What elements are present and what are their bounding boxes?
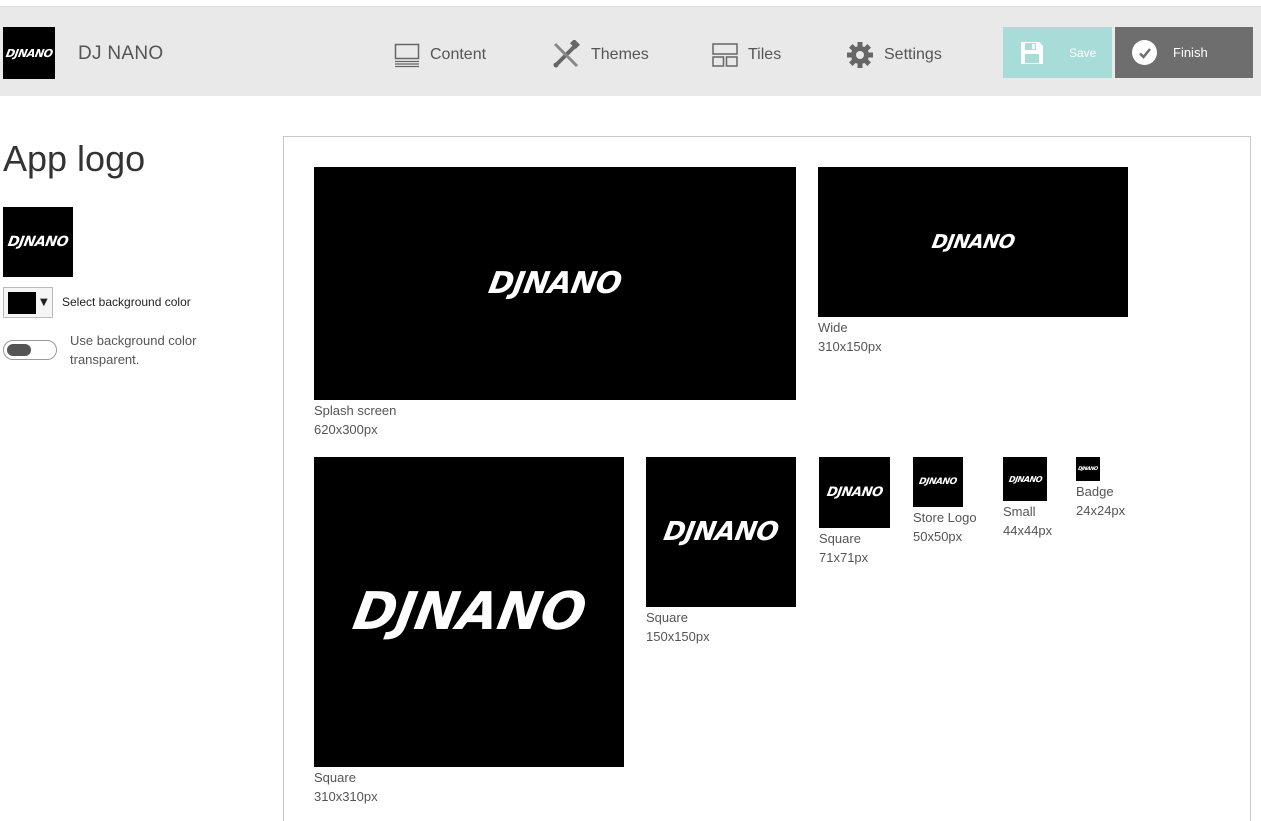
- nav-content-label: Content: [430, 46, 487, 63]
- square-310-caption: Square 310x310px: [314, 768, 378, 806]
- store-logo-caption: Store Logo 50x50px: [913, 508, 977, 546]
- square-310-preview: DJNANO: [314, 457, 624, 767]
- nav-tiles-label: Tiles: [748, 46, 782, 63]
- themes-icon: [553, 40, 580, 68]
- small-tile-size: 44x44px: [1003, 523, 1053, 538]
- square-71-size: 71x71px: [819, 550, 869, 565]
- badge-preview: DJNANO: [1076, 457, 1100, 481]
- top-toolbar: DJNANO DJ NANO Content Themes Tiles Sett…: [0, 6, 1261, 96]
- nav-settings[interactable]: Settings: [846, 35, 942, 75]
- small-tile-logo: DJNANO: [1007, 474, 1043, 484]
- logo-preview-text: DJNANO: [6, 234, 70, 250]
- store-logo-name: Store Logo: [913, 510, 977, 525]
- background-color-label: Select background color: [62, 295, 191, 309]
- gear-icon: [847, 42, 873, 68]
- square-310-size: 310x310px: [314, 789, 378, 804]
- nav-themes[interactable]: Themes: [551, 35, 649, 75]
- page-title: App logo: [3, 138, 146, 179]
- app-icon-logo: DJNANO: [4, 46, 54, 60]
- logo-upload-preview[interactable]: DJNANO: [3, 207, 73, 277]
- square-71-caption: Square 71x71px: [819, 529, 868, 567]
- wide-size: 310x150px: [818, 339, 882, 354]
- nav-tiles[interactable]: Tiles: [712, 35, 781, 75]
- transparent-background-toggle[interactable]: [3, 340, 57, 360]
- color-swatch: [8, 291, 36, 314]
- badge-caption: Badge 24x24px: [1076, 482, 1125, 520]
- store-logo-logo: DJNANO: [918, 477, 958, 487]
- square-150-caption: Square 150x150px: [646, 608, 710, 646]
- background-color-picker[interactable]: ▼: [3, 287, 53, 318]
- square-150-name: Square: [646, 610, 688, 625]
- logo-preview-panel: DJNANO Splash screen 620x300px DJNANO Wi…: [283, 136, 1251, 821]
- content-icon: [394, 43, 420, 68]
- wide-tile-preview: DJNANO: [818, 167, 1128, 317]
- nav-settings-label: Settings: [884, 46, 942, 63]
- square-150-size: 150x150px: [646, 629, 710, 644]
- square-150-preview: DJNANO: [646, 457, 796, 607]
- app-name: DJ NANO: [78, 43, 164, 64]
- badge-size: 24x24px: [1076, 503, 1126, 518]
- badge-name: Badge: [1076, 484, 1114, 499]
- splash-logo: DJNANO: [485, 266, 625, 301]
- store-logo-preview: DJNANO: [913, 457, 963, 507]
- splash-screen-preview: DJNANO: [314, 167, 796, 400]
- square-310-name: Square: [314, 770, 356, 785]
- wide-logo: DJNANO: [929, 231, 1017, 253]
- toggle-knob: [7, 344, 31, 356]
- small-tile-preview: DJNANO: [1003, 457, 1047, 501]
- splash-size: 620x300px: [314, 422, 378, 437]
- tiles-icon: [712, 43, 738, 67]
- finish-button[interactable]: Finish: [1115, 27, 1253, 78]
- finish-button-label: Finish: [1173, 45, 1208, 60]
- nav-themes-label: Themes: [591, 46, 649, 63]
- square-310-logo: DJNANO: [348, 582, 590, 642]
- square-71-preview: DJNANO: [819, 457, 890, 528]
- save-button-label: Save: [1069, 45, 1097, 60]
- splash-caption: Splash screen 620x300px: [314, 401, 396, 439]
- splash-name: Splash screen: [314, 403, 397, 418]
- transparent-background-label: Use background color transparent.: [70, 333, 197, 367]
- save-button[interactable]: Save: [1003, 27, 1112, 78]
- square-71-name: Square: [819, 531, 861, 546]
- wide-name: Wide: [818, 320, 848, 335]
- small-tile-caption: Small 44x44px: [1003, 502, 1052, 540]
- square-71-logo: DJNANO: [825, 485, 884, 500]
- nav-content[interactable]: Content: [394, 35, 486, 75]
- floppy-disk-icon: [1021, 41, 1043, 64]
- badge-logo: DJNANO: [1077, 466, 1099, 472]
- store-logo-size: 50x50px: [913, 529, 963, 544]
- dropdown-arrow-icon: ▼: [40, 297, 48, 308]
- app-icon: DJNANO: [3, 27, 55, 79]
- square-150-logo: DJNANO: [661, 517, 781, 547]
- checkmark-icon: [1132, 40, 1157, 65]
- wide-caption: Wide 310x150px: [818, 318, 882, 356]
- small-tile-name: Small: [1003, 504, 1036, 519]
